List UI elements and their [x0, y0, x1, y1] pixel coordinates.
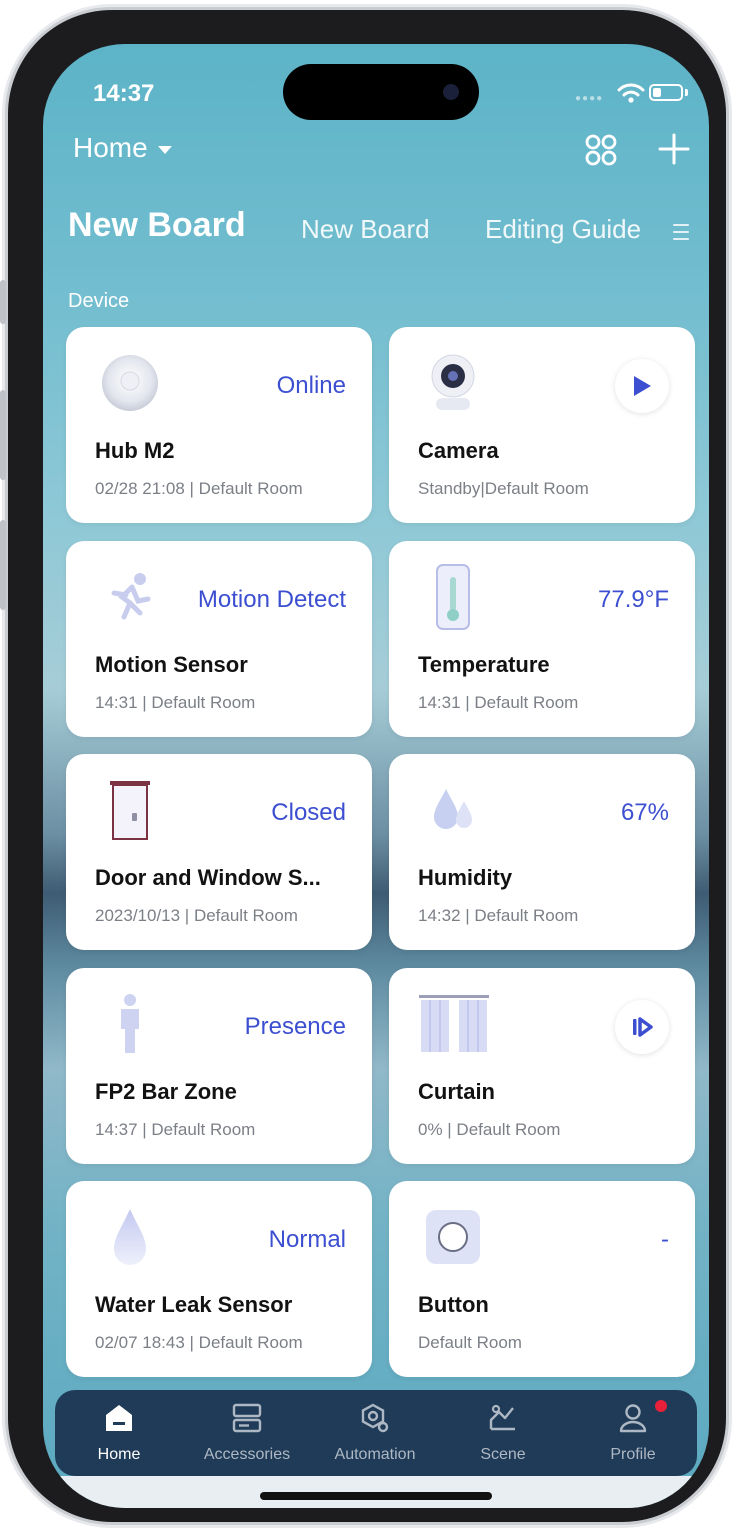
device-subtitle: 14:31 | Default Room — [418, 693, 579, 712]
phone-frame: 14:37 ●●●● Home New Board New Board Edit… — [0, 10, 726, 1522]
volume-up-button — [0, 390, 6, 480]
battery-icon — [649, 84, 683, 101]
device-card-water-leak-sensor[interactable]: Normal Water Leak Sensor 02/07 18:43 | D… — [66, 1181, 372, 1377]
nav-scene[interactable]: Scene — [439, 1390, 567, 1476]
home-icon — [106, 1405, 132, 1431]
device-status: Closed — [271, 799, 346, 826]
device-subtitle: 14:32 | Default Room — [418, 906, 579, 925]
device-card-hub-m2[interactable]: Online Hub M2 02/28 21:08 | Default Room — [66, 327, 372, 523]
device-card-curtain[interactable]: Curtain 0% | Default Room — [389, 968, 695, 1164]
action-button — [0, 280, 6, 324]
profile-icon — [619, 1404, 647, 1433]
device-name: Curtain — [418, 1079, 495, 1104]
nav-label: Automation — [334, 1446, 416, 1463]
nav-label: Accessories — [203, 1446, 291, 1463]
device-status: Presence — [244, 1013, 346, 1040]
wifi-icon — [617, 83, 645, 103]
device-name: Temperature — [418, 652, 550, 677]
status-time: 14:37 — [93, 80, 155, 107]
play-icon — [634, 376, 651, 396]
water-drop-icon — [98, 1205, 162, 1269]
volume-down-button — [0, 520, 6, 610]
nav-automation[interactable]: Automation — [311, 1390, 439, 1476]
automation-icon — [361, 1403, 389, 1433]
tab-new-board-active[interactable]: New Board — [68, 206, 246, 245]
nav-label: Profile — [610, 1446, 656, 1463]
device-name: Motion Sensor — [95, 652, 248, 677]
device-name: FP2 Bar Zone — [95, 1079, 237, 1104]
tab-new-board[interactable]: New Board — [301, 214, 430, 245]
device-card-button[interactable]: - Button Default Room — [389, 1181, 695, 1377]
curtain-icon — [417, 992, 491, 1056]
board-tabs: New Board New Board Editing Guide — [68, 206, 698, 256]
device-card-motion-sensor[interactable]: Motion Detect Motion Sensor 14:31 | Defa… — [66, 541, 372, 737]
home-selector-label: Home — [73, 132, 148, 163]
device-name: Door and Window S... — [95, 865, 321, 890]
section-label-device: Device — [68, 290, 130, 312]
wireless-button-icon — [421, 1205, 485, 1269]
camera-icon — [421, 351, 485, 415]
device-status: Online — [276, 372, 346, 399]
scene-icon — [489, 1404, 515, 1431]
device-status: - — [661, 1226, 669, 1253]
nav-home[interactable]: Home — [55, 1390, 183, 1476]
device-card-fp2-bar-zone[interactable]: Presence FP2 Bar Zone 14:37 | Default Ro… — [66, 968, 372, 1164]
battery-tip — [685, 89, 688, 96]
front-camera — [443, 84, 459, 100]
running-person-icon — [98, 565, 162, 629]
dynamic-island — [283, 64, 479, 120]
screen: 14:37 ●●●● Home New Board New Board Edit… — [43, 44, 709, 1508]
door-icon — [98, 778, 162, 842]
device-name: Water Leak Sensor — [95, 1292, 293, 1317]
device-name: Hub M2 — [95, 438, 175, 463]
device-subtitle: Default Room — [418, 1333, 522, 1352]
nav-label: Scene — [480, 1446, 526, 1463]
menu-icon[interactable] — [672, 222, 690, 242]
grid-view-icon[interactable] — [583, 132, 619, 168]
bottom-nav: Home Accessories Automation Scene Profil… — [55, 1390, 697, 1476]
device-status: Normal — [268, 1226, 346, 1253]
tab-editing-guide[interactable]: Editing Guide — [485, 214, 675, 245]
thermometer-icon — [421, 564, 485, 630]
device-subtitle: 14:31 | Default Room — [95, 693, 256, 712]
nav-accessories[interactable]: Accessories — [183, 1390, 311, 1476]
hub-icon — [98, 351, 162, 415]
device-card-door-window-sensor[interactable]: Closed Door and Window S... 2023/10/13 |… — [66, 754, 372, 950]
device-subtitle: 2023/10/13 | Default Room — [95, 906, 298, 925]
caret-down-icon — [157, 146, 172, 154]
signal-dots-icon: ●●●● — [575, 93, 604, 104]
device-card-humidity[interactable]: 67% Humidity 14:32 | Default Room — [389, 754, 695, 950]
home-indicator — [260, 1492, 492, 1500]
device-subtitle: Standby|Default Room — [418, 479, 589, 498]
nav-profile[interactable]: Profile — [569, 1390, 697, 1476]
accessories-icon — [232, 1403, 262, 1433]
device-subtitle: 14:37 | Default Room — [95, 1120, 256, 1139]
device-name: Humidity — [418, 865, 513, 890]
device-subtitle: 0% | Default Room — [418, 1120, 561, 1139]
device-card-camera[interactable]: Camera Standby|Default Room — [389, 327, 695, 523]
device-status: Motion Detect — [197, 586, 346, 613]
device-name: Camera — [418, 438, 499, 463]
home-selector[interactable]: Home — [73, 132, 172, 164]
plus-icon[interactable] — [657, 132, 691, 166]
water-drops-icon — [421, 778, 485, 842]
curtain-control-button[interactable] — [615, 1000, 669, 1054]
nav-label: Home — [97, 1446, 141, 1463]
play-button[interactable] — [615, 359, 669, 413]
device-name: Button — [418, 1292, 489, 1317]
device-subtitle: 02/28 21:08 | Default Room — [95, 479, 303, 498]
device-subtitle: 02/07 18:43 | Default Room — [95, 1333, 303, 1352]
device-status: 67% — [620, 799, 669, 826]
notification-badge — [655, 1400, 667, 1412]
device-status: 77.9°F — [598, 586, 669, 613]
play-pause-icon — [633, 1017, 653, 1037]
device-card-temperature[interactable]: 77.9°F Temperature 14:31 | Default Room — [389, 541, 695, 737]
person-icon — [98, 992, 162, 1056]
